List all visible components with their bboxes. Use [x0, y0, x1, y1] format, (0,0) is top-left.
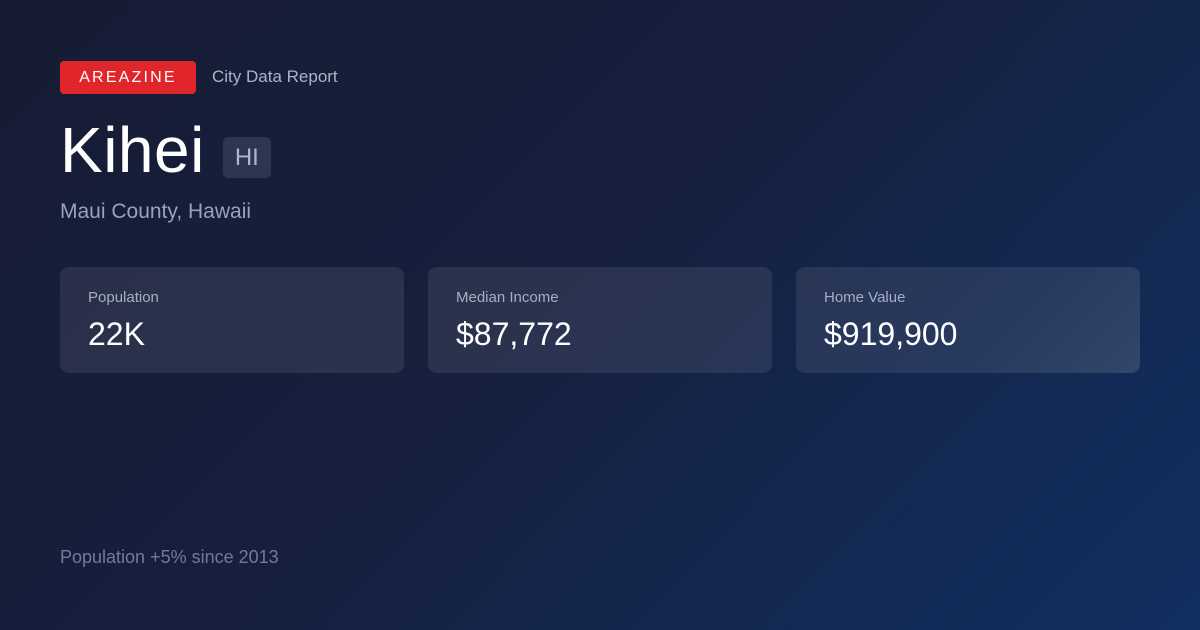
header-row: AREAZINE City Data Report — [60, 60, 338, 94]
stat-value: $87,772 — [456, 316, 572, 352]
city-name: Kihei — [60, 114, 205, 186]
county-state-subtitle: Maui County, Hawaii — [60, 200, 252, 223]
city-data-card: AREAZINE City Data Report Kihei HI Maui … — [0, 0, 1200, 630]
brand-badge: AREAZINE — [60, 60, 196, 94]
state-badge: HI — [222, 137, 271, 178]
stat-value: $919,900 — [824, 316, 958, 352]
stat-value: 22K — [88, 316, 145, 352]
title-row: Kihei HI — [60, 114, 271, 186]
stat-card-population: Population 22K — [60, 267, 404, 373]
report-type-label: City Data Report — [212, 67, 338, 86]
stat-label: Median Income — [456, 289, 559, 306]
stat-card-home-value: Home Value $919,900 — [796, 267, 1140, 373]
population-trend-footnote: Population +5% since 2013 — [60, 547, 279, 567]
stat-label: Population — [88, 289, 159, 306]
stats-row: Population 22K Median Income $87,772 Hom… — [60, 267, 1140, 373]
stat-label: Home Value — [824, 289, 906, 306]
stat-card-median-income: Median Income $87,772 — [428, 267, 772, 373]
